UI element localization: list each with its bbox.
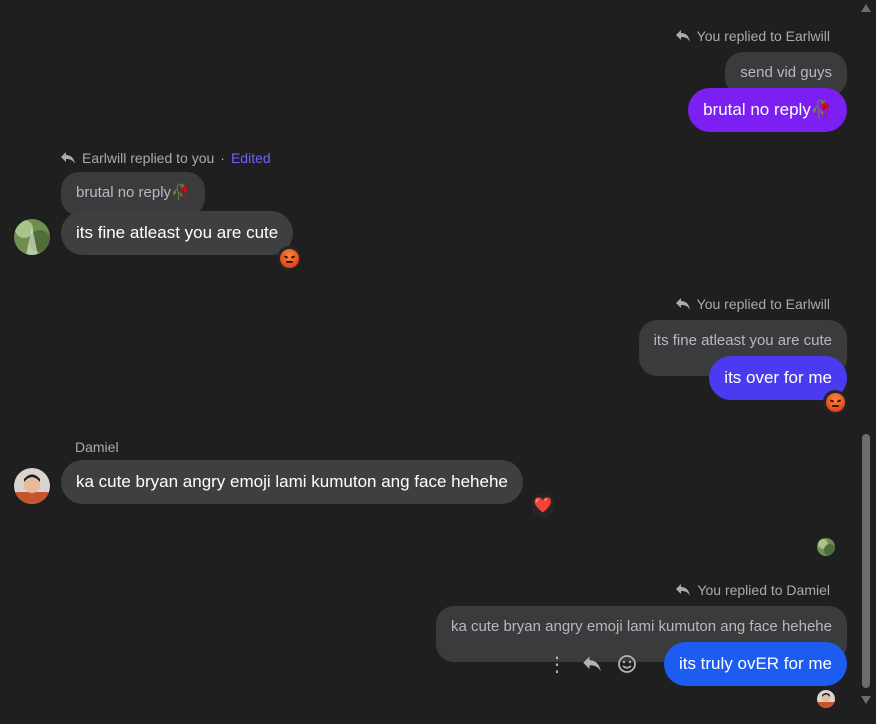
reply-header-text: Earlwill replied to you xyxy=(82,150,215,166)
avatar-damiel[interactable] xyxy=(14,468,50,504)
reply-header: You replied to Earlwill xyxy=(675,296,830,312)
scroll-down-arrow-icon[interactable] xyxy=(861,696,871,704)
scrollbar-thumb[interactable] xyxy=(862,434,870,688)
separator: · xyxy=(220,150,225,166)
avatar-earlwill[interactable] xyxy=(14,219,50,255)
reply-header-text: You replied to Earlwill xyxy=(696,28,830,44)
sender-name: Damiel xyxy=(75,439,119,455)
reply-header-text: You replied to Damiel xyxy=(697,582,830,598)
reply-arrow-icon xyxy=(675,30,690,42)
reply-header: Earlwill replied to you · Edited xyxy=(60,150,271,166)
angry-reaction-icon[interactable] xyxy=(277,246,301,270)
reply-header: You replied to Earlwill xyxy=(675,28,830,44)
smiley-icon[interactable] xyxy=(616,653,638,675)
seen-avatar-damiel xyxy=(817,690,835,708)
angry-reaction-icon[interactable] xyxy=(823,390,847,414)
quoted-message[interactable]: brutal no reply🥀 xyxy=(61,172,205,216)
message-bubble[interactable]: ka cute bryan angry emoji lami kumuton a… xyxy=(61,460,523,504)
edited-label[interactable]: Edited xyxy=(231,150,271,166)
message-bubble[interactable]: its truly ovER for me xyxy=(663,642,847,686)
scrollbar[interactable] xyxy=(856,0,876,724)
heart-reaction-icon[interactable]: ❤️ xyxy=(531,494,555,518)
reply-arrow-icon xyxy=(61,152,75,164)
reply-icon[interactable] xyxy=(581,653,603,675)
reply-header: You replied to Damiel xyxy=(675,582,830,598)
scroll-up-arrow-icon[interactable] xyxy=(861,4,871,12)
message-bubble[interactable]: brutal no reply🥀 xyxy=(688,88,847,132)
more-options-icon[interactable]: ⋮ xyxy=(547,653,567,676)
seen-avatar-earlwill xyxy=(817,538,835,556)
reply-arrow-icon xyxy=(675,298,690,310)
message-bubble[interactable]: its fine atleast you are cute xyxy=(61,211,294,255)
reply-header-text: You replied to Earlwill xyxy=(696,296,830,312)
reply-arrow-icon xyxy=(676,584,691,596)
